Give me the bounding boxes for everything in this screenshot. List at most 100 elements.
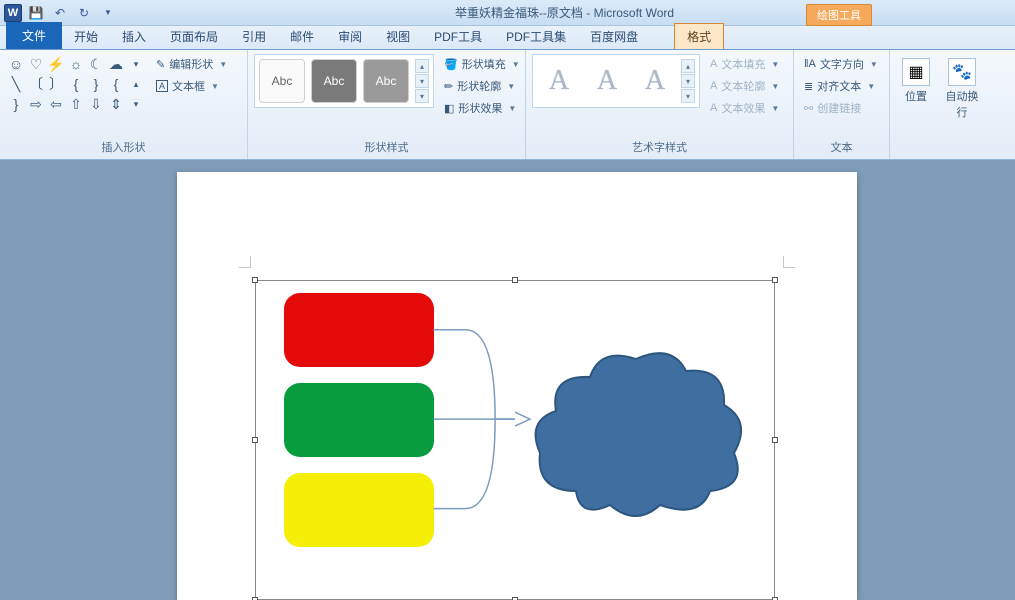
shape-cloud[interactable] — [526, 341, 746, 521]
shape-rounded-rect-yellow[interactable] — [284, 473, 434, 547]
create-link-button: ⚯ 创建链接 — [800, 98, 882, 118]
group-shape-styles: Abc Abc Abc ▴▾▾ 🪣 形状填充 ▼ ✏ 形状轮廓 ▼ ◧ — [248, 50, 526, 159]
shape-style-preset-1[interactable]: Abc — [259, 59, 305, 103]
chevron-down-icon: ▼ — [867, 82, 875, 91]
shape-rounded-rect-red[interactable] — [284, 293, 434, 367]
shape-bracket-left-icon[interactable]: { — [106, 74, 126, 94]
shape-brace-right-icon[interactable]: 〕 — [46, 74, 66, 94]
drawing-tools-label: 绘图工具 — [806, 4, 872, 26]
shape-effects-button[interactable]: ◧ 形状效果 ▼ — [440, 98, 524, 118]
align-text-button[interactable]: ≣ 对齐文本 ▼ — [800, 76, 882, 96]
tab-mailings[interactable]: 邮件 — [278, 24, 326, 49]
contextual-tab-group: 绘图工具 — [806, 4, 872, 26]
group-label-wordart-styles: 艺术字样式 — [532, 137, 787, 157]
titlebar: W 💾 ↶ ↻ ▼ 举重妖精金福珠--原文档 - Microsoft Word … — [0, 0, 1015, 26]
shape-scroll-down-icon[interactable]: ▾ — [126, 94, 146, 114]
shape-style-preset-3[interactable]: Abc — [363, 59, 409, 103]
bucket-icon: 🪣 — [444, 58, 458, 71]
undo-icon[interactable]: ↶ — [50, 3, 70, 23]
document-title: 举重妖精金福珠--原文档 - Microsoft Word — [118, 4, 1011, 21]
shape-styles-gallery[interactable]: Abc Abc Abc ▴▾▾ — [254, 54, 434, 108]
chevron-down-icon: ▼ — [870, 60, 878, 69]
group-label-insert-shapes: 插入形状 — [6, 137, 241, 157]
shape-style-preset-2[interactable]: Abc — [311, 59, 357, 103]
ribbon: ☺ ♡ ⚡ ☼ ☾ ☁ ▾ ╲ 〔 〕 { } { ▴ } ⇨ ⇦ ⇧ ⇩ ⇕ — [0, 50, 1015, 160]
text-effects-icon: A — [710, 102, 717, 114]
shape-fill-button[interactable]: 🪣 形状填充 ▼ — [440, 54, 524, 74]
chevron-down-icon: ▼ — [507, 82, 515, 91]
shape-dropdown-icon[interactable]: ▾ — [126, 54, 146, 74]
shape-moon-icon[interactable]: ☾ — [86, 54, 106, 74]
shape-cloud-icon[interactable]: ☁ — [106, 54, 126, 74]
effects-icon: ◧ — [444, 102, 454, 115]
text-box-button[interactable]: A 文本框 ▼ — [152, 76, 231, 96]
resize-handle-w[interactable] — [252, 437, 258, 443]
position-button[interactable]: ▦ 位置 — [896, 54, 936, 108]
shape-outline-button[interactable]: ✏ 形状轮廓 ▼ — [440, 76, 524, 96]
text-fill-icon: A — [710, 58, 717, 70]
shape-arrow-right-icon[interactable]: ⇨ — [26, 94, 46, 114]
tab-view[interactable]: 视图 — [374, 24, 422, 49]
pen-icon: ✏ — [444, 80, 453, 93]
group-label-arrange — [896, 141, 1009, 157]
tab-review[interactable]: 审阅 — [326, 24, 374, 49]
wordart-more[interactable]: ▴▾▾ — [681, 59, 695, 103]
resize-handle-nw[interactable] — [252, 277, 258, 283]
resize-handle-e[interactable] — [772, 437, 778, 443]
shape-curly-left-icon[interactable]: { — [66, 74, 86, 94]
margin-corner-tl — [239, 256, 251, 268]
tab-insert[interactable]: 插入 — [110, 24, 158, 49]
document-page[interactable] — [177, 172, 857, 600]
shape-smiley-icon[interactable]: ☺ — [6, 54, 26, 74]
group-wordart-styles: A A A ▴▾▾ A 文本填充 ▼ A 文本轮廓 ▼ A 文本效果 — [526, 50, 794, 159]
shape-curly-right-icon[interactable]: } — [86, 74, 106, 94]
tab-pdf-toolset[interactable]: PDF工具集 — [494, 24, 578, 49]
qat-dropdown-icon[interactable]: ▼ — [98, 3, 118, 23]
shape-bracket-right-icon[interactable]: } — [6, 94, 26, 114]
page-scroll-area[interactable] — [18, 160, 1015, 600]
shape-arrow-updown-icon[interactable]: ⇕ — [106, 94, 126, 114]
group-arrange: ▦ 位置 🐾 自动换行 — [890, 50, 1015, 159]
redo-icon[interactable]: ↻ — [74, 3, 94, 23]
group-insert-shapes: ☺ ♡ ⚡ ☼ ☾ ☁ ▾ ╲ 〔 〕 { } { ▴ } ⇨ ⇦ ⇧ ⇩ ⇕ — [0, 50, 248, 159]
wrap-text-button[interactable]: 🐾 自动换行 — [942, 54, 982, 124]
link-icon: ⚯ — [804, 102, 813, 115]
save-icon[interactable]: 💾 — [26, 3, 46, 23]
edit-shape-icon: ✎ — [156, 58, 165, 71]
align-text-icon: ≣ — [804, 80, 813, 93]
resize-handle-ne[interactable] — [772, 277, 778, 283]
text-direction-button[interactable]: ‖A 文字方向 ▼ — [800, 54, 882, 74]
shape-heart-icon[interactable]: ♡ — [26, 54, 46, 74]
drawing-canvas-selected[interactable] — [255, 280, 775, 600]
shape-rounded-rect-green[interactable] — [284, 383, 434, 457]
wordart-gallery[interactable]: A A A ▴▾▾ — [532, 54, 700, 108]
tab-baidu-netdisk[interactable]: 百度网盘 — [578, 24, 650, 49]
shape-brace-left-icon[interactable]: 〔 — [26, 74, 46, 94]
shape-scroll-up-icon[interactable]: ▴ — [126, 74, 146, 94]
shape-arrow-left-icon[interactable]: ⇦ — [46, 94, 66, 114]
shape-line-icon[interactable]: ╲ — [6, 74, 26, 94]
tab-page-layout[interactable]: 页面布局 — [158, 24, 230, 49]
word-app-icon[interactable]: W — [4, 4, 22, 22]
text-effects-button: A 文本效果 ▼ — [706, 98, 783, 118]
tab-home[interactable]: 开始 — [62, 24, 110, 49]
tab-file[interactable]: 文件 — [6, 22, 62, 49]
tab-format[interactable]: 格式 — [674, 23, 724, 49]
shape-arrow-down-icon[interactable]: ⇩ — [86, 94, 106, 114]
wordart-preset-3[interactable]: A — [633, 59, 677, 103]
text-outline-icon: A — [710, 80, 717, 92]
shape-styles-more[interactable]: ▴▾▾ — [415, 59, 429, 103]
wordart-preset-1[interactable]: A — [537, 59, 581, 103]
tab-pdf-tools[interactable]: PDF工具 — [422, 24, 494, 49]
resize-handle-n[interactable] — [512, 277, 518, 283]
shape-arrow-up-icon[interactable]: ⇧ — [66, 94, 86, 114]
group-label-text: 文本 — [800, 137, 883, 157]
tab-references[interactable]: 引用 — [230, 24, 278, 49]
wrap-text-icon: 🐾 — [948, 58, 976, 86]
shapes-gallery[interactable]: ☺ ♡ ⚡ ☼ ☾ ☁ ▾ ╲ 〔 〕 { } { ▴ } ⇨ ⇦ ⇧ ⇩ ⇕ — [6, 54, 146, 114]
left-gutter — [0, 160, 18, 600]
shape-sun-icon[interactable]: ☼ — [66, 54, 86, 74]
edit-shape-button[interactable]: ✎ 编辑形状 ▼ — [152, 54, 231, 74]
shape-lightning-icon[interactable]: ⚡ — [46, 54, 66, 74]
wordart-preset-2[interactable]: A — [585, 59, 629, 103]
